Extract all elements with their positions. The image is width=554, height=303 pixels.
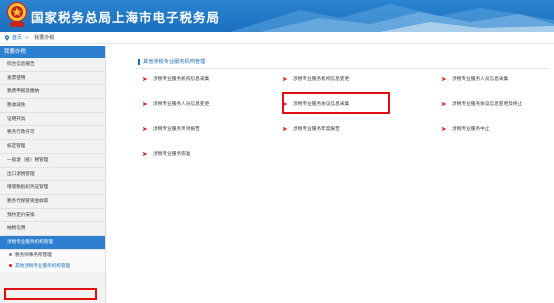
function-agreement-change-terminate[interactable]: 涉税专业服务协议信息变更及终止 (441, 101, 522, 107)
sidebar-item-tax-relief[interactable]: 税收减免 (0, 99, 105, 113)
sidebar-item-custody-funds[interactable]: 税务代保管资金收取 (0, 195, 105, 209)
sidebar-item-certificates[interactable]: 证明开具 (0, 113, 105, 127)
location-pin-icon (5, 34, 9, 41)
function-label: 涉税专业服务人员信息变更 (153, 102, 210, 107)
section-marker (138, 58, 140, 65)
section-title: 其他涉税专业服务机构管理 (138, 58, 205, 65)
function-label: 涉税专业服务恢复 (153, 152, 191, 157)
sidebar-item-refund[interactable]: 一般退（抵）税管理 (0, 154, 105, 168)
sidebar-title: 我要办税 (0, 46, 105, 58)
function-label: 涉税专业服务机构信息变更 (293, 77, 350, 82)
function-label: 涉税专业服务专项报告 (153, 127, 200, 132)
sidebar-subitem-tax-agent-firms[interactable]: 税务师事务所管理 (0, 249, 105, 261)
function-label: 涉税专业服务中止 (452, 127, 490, 132)
sidebar-item-vat-deduction[interactable]: 增值税抵扣凭证管理 (0, 181, 105, 195)
page: 国家税务总局上海市电子税务局 首页 > 我要办税 我要办税 综合信息报告 发票使… (0, 0, 554, 303)
bullet-icon (9, 263, 12, 267)
sidebar-subitem-label: 其他涉税专业服务机构管理 (15, 263, 71, 269)
function-label: 涉税专业服务协议信息变更及终止 (452, 102, 523, 107)
site-title: 国家税务总局上海市电子税务局 (31, 10, 221, 25)
function-service-resume[interactable]: 涉税专业服务恢复 (142, 151, 191, 157)
sidebar-item-general-info-report[interactable]: 综合信息报告 (0, 58, 105, 72)
site-banner: 国家税务总局上海市电子税务局 (0, 0, 554, 32)
function-label: 涉税专业服务年度报告 (293, 127, 340, 132)
sidebar-highlight-box (4, 288, 97, 300)
function-label: 涉税专业服务人员信息采集 (452, 77, 509, 82)
sidebar-item-admin-license[interactable]: 税务行政许可 (0, 126, 105, 141)
arrow-right-icon (282, 76, 288, 82)
sidebar-item-tax-service-agencies[interactable]: 涉税专业服务机构管理 (0, 235, 105, 250)
arrow-right-icon (441, 76, 447, 82)
sidebar: 我要办税 综合信息报告 发票使用 税费申报及缴纳 税收减免 证明开具 税务行政许… (0, 46, 106, 303)
section-divider (136, 68, 548, 69)
sidebar-subitem-other-agencies[interactable]: 其他涉税专业服务机构管理 (0, 260, 105, 272)
function-agency-info-collect[interactable]: 涉税专业服务机构信息采集 (142, 76, 209, 82)
function-staff-info-collect[interactable]: 涉税专业服务人员信息采集 (441, 76, 508, 82)
tax-emblem-icon (6, 1, 28, 27)
arrow-right-icon (441, 126, 447, 132)
sidebar-item-advance-pricing[interactable]: 预约定价安排 (0, 209, 105, 223)
function-agency-info-change[interactable]: 涉税专业服务机构信息变更 (282, 76, 349, 82)
breadcrumb-current: 我要办税 (34, 35, 55, 41)
function-staff-info-change[interactable]: 涉税专业服务人员信息变更 (142, 101, 209, 107)
arrow-right-icon (142, 101, 148, 107)
arrow-right-icon (142, 76, 148, 82)
arrow-right-icon (441, 101, 447, 107)
main-panel: 其他涉税专业服务机构管理 涉税专业服务机构信息采集 涉税专业服务机构信息变更 涉… (118, 46, 552, 303)
sidebar-item-tax-filing[interactable]: 税费申报及缴纳 (0, 85, 105, 100)
arrow-right-icon (282, 126, 288, 132)
breadcrumb-separator: > (25, 34, 30, 41)
sidebar-item-tax-credit[interactable]: 纳税信用 (0, 222, 105, 236)
arrow-right-icon (142, 151, 148, 157)
arrow-right-icon (142, 126, 148, 132)
function-special-report[interactable]: 涉税专业服务专项报告 (142, 126, 200, 132)
breadcrumb-home-link[interactable]: 首页 (12, 34, 22, 41)
function-annual-report[interactable]: 涉税专业服务年度报告 (282, 126, 340, 132)
function-service-suspend[interactable]: 涉税专业服务中止 (441, 126, 490, 132)
sidebar-item-invoice-use[interactable]: 发票使用 (0, 72, 105, 86)
sidebar-item-assessment[interactable]: 核定管理 (0, 140, 105, 154)
sidebar-subitem-label: 税务师事务所管理 (15, 252, 52, 258)
sidebar-item-export-refund[interactable]: 出口退税管理 (0, 168, 105, 182)
breadcrumb: 首页 > 我要办税 (0, 32, 554, 44)
section-title-label: 其他涉税专业服务机构管理 (143, 59, 206, 65)
function-label: 涉税专业服务机构信息采集 (153, 77, 210, 82)
bullet-icon (9, 252, 12, 256)
function-highlight-box (282, 92, 390, 114)
